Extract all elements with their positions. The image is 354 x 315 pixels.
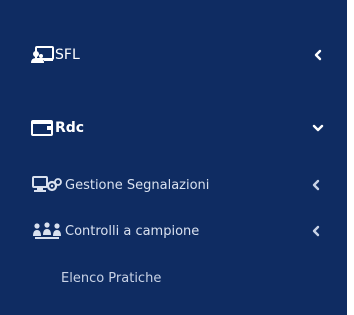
sidebar-item-label: Elenco Pratiche: [61, 270, 162, 286]
card-icon: [30, 117, 55, 139]
sidebar-item-label: Rdc: [55, 120, 85, 136]
chevron-left-icon: [311, 48, 325, 62]
people-group-icon: [31, 220, 63, 242]
laptop-users-icon: [30, 44, 55, 66]
sidebar-item-label: SFL: [55, 47, 80, 63]
sidebar-item-sfl[interactable]: SFL: [0, 35, 347, 75]
screen-cogs-icon: [31, 174, 63, 196]
sidebar-subitem-controlli-a-campione[interactable]: Controlli a campione: [0, 211, 347, 251]
chevron-down-icon: [311, 121, 325, 135]
sidebar-subitem-elenco-pratiche[interactable]: Elenco Pratiche: [0, 258, 347, 298]
sidebar-item-label: Gestione Segnalazioni: [65, 177, 210, 193]
chevron-left-icon: [309, 224, 323, 238]
sidebar-item-rdc[interactable]: Rdc: [0, 108, 347, 148]
sidebar-subitem-gestione-segnalazioni[interactable]: Gestione Segnalazioni: [0, 165, 347, 205]
sidebar-item-label: Controlli a campione: [65, 223, 200, 239]
chevron-left-icon: [309, 178, 323, 192]
sidebar-panel: SFL Rdc Gestione Segnalazioni Controlli …: [0, 0, 347, 315]
